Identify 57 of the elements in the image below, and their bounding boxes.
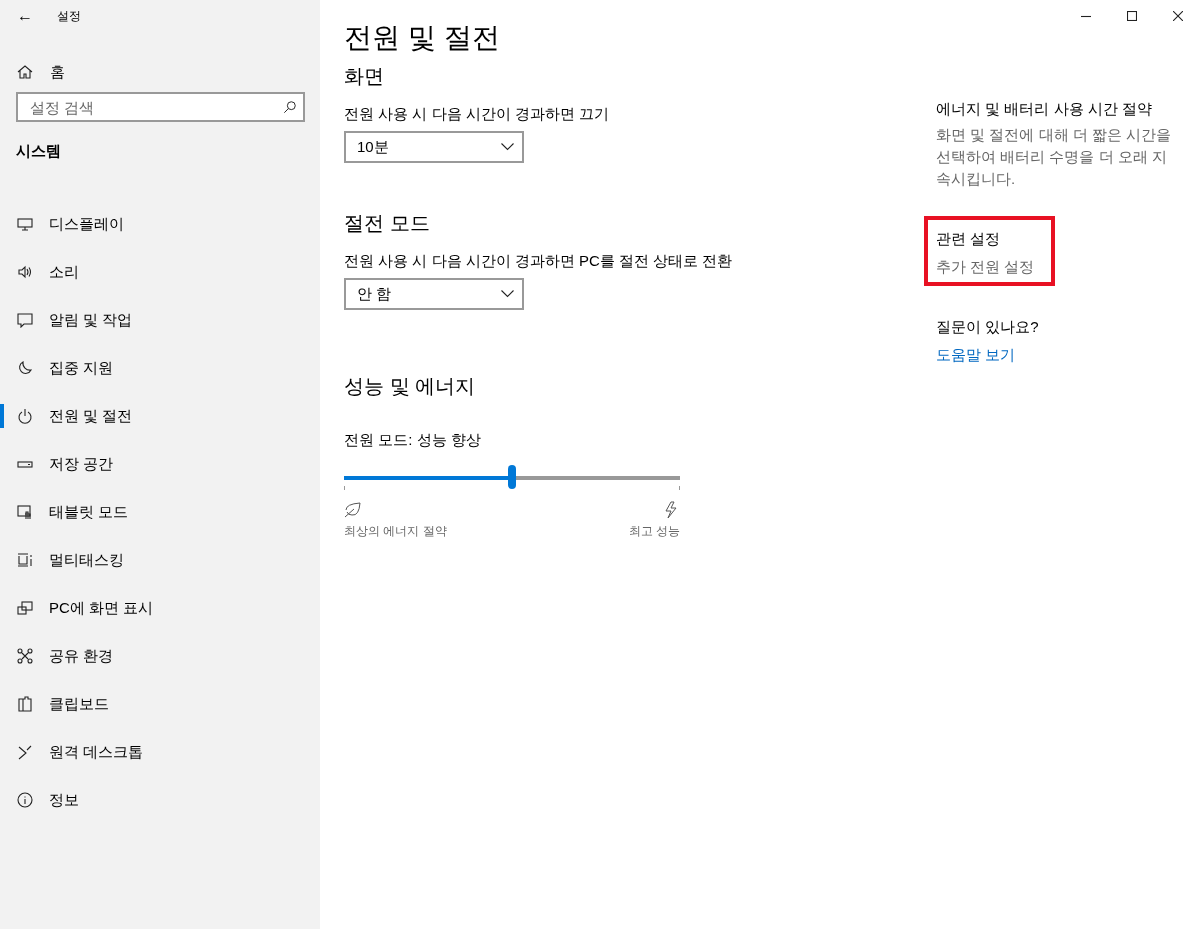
search-field[interactable]: 설정 검색 [16, 92, 305, 122]
nav-item[interactable]: 정보 [0, 776, 320, 824]
nav-item[interactable]: 전원 및 절전 [0, 392, 320, 440]
search-input[interactable]: 설정 검색 [28, 97, 283, 117]
nav-item[interactable]: PC에 화면 표시 [0, 584, 320, 632]
search-icon [283, 100, 297, 114]
nav-icon [17, 696, 33, 712]
nav-item[interactable]: 저장 공간 [0, 440, 320, 488]
section-heading: 성능 및 에너지 [344, 374, 477, 399]
aside-link[interactable]: 도움말 보기 [936, 344, 1016, 366]
nav-icon [17, 744, 33, 760]
slider-thumb[interactable] [508, 465, 516, 489]
aside-text: 화면 및 절전에 대해 더 짧은 시간을 선택하여 배터리 수명을 더 오래 지속시킵니다. [936, 125, 1172, 189]
dropdown[interactable]: 10분 [344, 131, 524, 163]
nav-item[interactable]: 태블릿 모드 [0, 488, 320, 536]
aside-heading: 관련 설정 [936, 229, 1002, 249]
aside-heading: 질문이 있나요? [936, 317, 1040, 337]
nav-icon [17, 600, 33, 616]
slider-min-label: 최상의 에너지 절약 [344, 523, 447, 540]
field-label: 전원 모드: 성능 향상 [344, 430, 482, 450]
aside-link[interactable]: 추가 전원 설정 [936, 256, 1035, 278]
aside-heading: 에너지 및 배터리 사용 시간 절약 [936, 99, 1153, 119]
section-heading: 화면 [344, 64, 385, 89]
nav-item[interactable]: 알림 및 작업 [0, 296, 320, 344]
home-icon [17, 64, 33, 80]
back-button[interactable]: ← [17, 7, 33, 25]
chevron-down-icon [501, 290, 514, 298]
dropdown[interactable]: 안 함 [344, 278, 524, 310]
section-heading: 시스템 [16, 142, 62, 161]
nav-item[interactable]: 멀티태스킹 [0, 536, 320, 584]
nav-icon [17, 552, 33, 568]
nav-icon [17, 312, 33, 328]
home-link[interactable]: 홈 [50, 62, 65, 82]
page-title: 전원 및 절전 [344, 21, 501, 55]
nav-item[interactable]: 클립보드 [0, 680, 320, 728]
nav-item[interactable]: 집중 지원 [0, 344, 320, 392]
nav-icon [17, 264, 33, 280]
app-title: 설정 [57, 7, 81, 25]
field-label: 전원 사용 시 다음 시간이 경과하면 끄기 [344, 104, 610, 124]
nav-item[interactable]: 공유 환경 [0, 632, 320, 680]
nav-icon [17, 648, 33, 664]
nav-item[interactable]: 디스플레이 [0, 200, 320, 248]
close-icon [1173, 11, 1183, 21]
nav-item[interactable]: 소리 [0, 248, 320, 296]
nav-icon [17, 792, 33, 808]
nav-item[interactable]: 원격 데스크톱 [0, 728, 320, 776]
lightning-icon [662, 501, 680, 519]
chevron-down-icon [501, 143, 514, 151]
nav-icon [17, 216, 33, 232]
leaf-icon [344, 501, 362, 519]
nav-icon [17, 360, 33, 376]
nav-icon [17, 408, 33, 424]
field-label: 전원 사용 시 다음 시간이 경과하면 PC를 절전 상태로 전환 [344, 251, 734, 271]
section-heading: 절전 모드 [344, 211, 431, 236]
nav-icon [17, 504, 33, 520]
maximize-icon [1127, 11, 1137, 21]
slider-max-label: 최고 성능 [628, 523, 680, 540]
